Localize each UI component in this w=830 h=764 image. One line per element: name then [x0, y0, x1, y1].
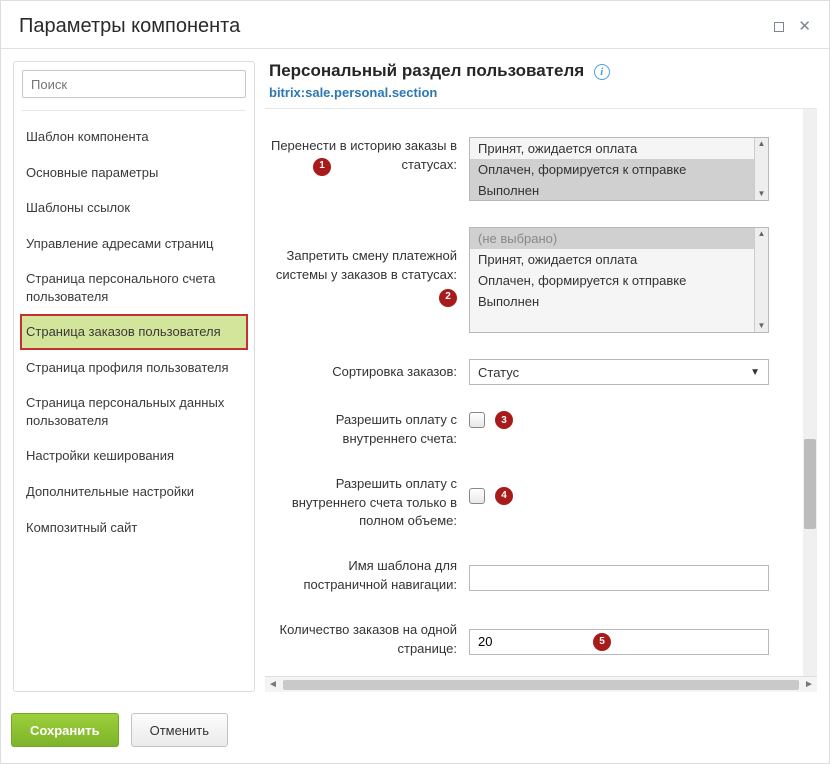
- divider: [22, 110, 246, 111]
- sidebar-list: Шаблон компонента Основные параметры Шаб…: [20, 119, 248, 545]
- scroll-down-icon[interactable]: ▼: [758, 322, 766, 330]
- history-status-multiselect[interactable]: Принят, ожидается оплата Оплачен, формир…: [469, 137, 769, 201]
- annotation-marker-5: 5: [593, 633, 611, 651]
- scroll-down-icon[interactable]: ▼: [758, 190, 766, 198]
- param-control: 4: [469, 475, 795, 505]
- label-text: Разрешить оплату с внутреннего счета:: [336, 412, 457, 446]
- ms-option[interactable]: Выполнен: [470, 291, 768, 312]
- info-icon[interactable]: i: [594, 64, 610, 80]
- param-row-allow-inner-full: Разрешить оплату с внутреннего счета тол…: [269, 475, 795, 532]
- label-text: Запретить смену платежной системы у зака…: [276, 248, 457, 282]
- param-row-sort-orders: Сортировка заказов: Статус ▼: [269, 359, 795, 385]
- label-text: Перенести в историю заказы в статусах:: [271, 138, 457, 172]
- vertical-scrollbar[interactable]: [803, 109, 817, 676]
- param-label: Сортировка заказов:: [269, 359, 469, 382]
- annotation-marker-4: 4: [495, 487, 513, 505]
- ms-option[interactable]: Принят, ожидается оплата: [470, 249, 768, 270]
- param-label: Запретить смену платежной системы у зака…: [269, 227, 469, 285]
- save-button[interactable]: Сохранить: [11, 713, 119, 747]
- sidebar-item-profile-page[interactable]: Страница профиля пользователя: [20, 350, 248, 386]
- sidebar-item-personal-data[interactable]: Страница персональных данных пользовател…: [20, 385, 248, 438]
- dialog-footer: Сохранить Отменить: [1, 700, 829, 763]
- ms-option[interactable]: Выполнен: [470, 180, 768, 201]
- annotation-marker-1: 1: [313, 158, 331, 176]
- param-row-per-page: Количество заказов на одной странице: 5: [269, 621, 795, 659]
- param-control: 5: [469, 621, 795, 655]
- ms-option[interactable]: Оплачен, формируется к отправке: [470, 270, 768, 291]
- label-text: Сортировка заказов:: [332, 364, 457, 379]
- param-label: Перенести в историю заказы в статусах: 1: [269, 137, 469, 175]
- sidebar-item-cache[interactable]: Настройки кеширования: [20, 438, 248, 474]
- horizontal-scrollbar-thumb[interactable]: [283, 680, 799, 690]
- vertical-scrollbar-thumb[interactable]: [804, 439, 816, 529]
- param-label: Разрешить оплату с внутреннего счета тол…: [269, 475, 469, 532]
- scrollbar[interactable]: ▲ ▼: [754, 138, 768, 200]
- maximize-icon[interactable]: [774, 22, 784, 32]
- ms-option[interactable]: Оплачен, формируется к отправке: [470, 159, 768, 180]
- component-params-dialog: Параметры компонента ✕ Шаблон компонента…: [0, 0, 830, 764]
- param-control: 3: [469, 411, 795, 429]
- cancel-button[interactable]: Отменить: [131, 713, 228, 747]
- allow-inner-pay-checkbox[interactable]: [469, 412, 485, 428]
- horizontal-scrollbar[interactable]: ◄ ►: [265, 676, 817, 692]
- allow-inner-full-checkbox[interactable]: [469, 488, 485, 504]
- sidebar-item-orders-page[interactable]: Страница заказов пользователя: [20, 314, 248, 350]
- param-control: (не выбрано) Принят, ожидается оплата Оп…: [469, 227, 795, 333]
- search-input[interactable]: [22, 70, 246, 98]
- sidebar: Шаблон компонента Основные параметры Шаб…: [13, 61, 255, 692]
- dialog-titlebar: Параметры компонента ✕: [1, 1, 829, 48]
- param-row-nav-template: Имя шаблона для постраничной навигации:: [269, 557, 795, 595]
- component-code: bitrix:sale.personal.section: [269, 85, 813, 100]
- sidebar-item-main-params[interactable]: Основные параметры: [20, 155, 248, 191]
- main-header: Персональный раздел пользователя i bitri…: [265, 61, 817, 108]
- param-control: Статус ▼: [469, 359, 795, 385]
- sidebar-item-sef[interactable]: Управление адресами страниц: [20, 226, 248, 262]
- scroll-right-icon[interactable]: ►: [801, 679, 817, 690]
- sidebar-item-additional[interactable]: Дополнительные настройки: [20, 474, 248, 510]
- sidebar-item-composite[interactable]: Композитный сайт: [20, 510, 248, 546]
- search-wrap: [20, 70, 248, 102]
- ms-option[interactable]: (не выбрано): [470, 228, 768, 249]
- main-body: Перенести в историю заказы в статусах: 1…: [265, 108, 817, 676]
- annotation-marker-2: 2: [439, 289, 457, 307]
- param-control: Принят, ожидается оплата Оплачен, формир…: [469, 137, 795, 201]
- label-text: Количество заказов на одной странице:: [280, 622, 457, 656]
- param-row-restrict-paysys: Запретить смену платежной системы у зака…: [269, 227, 795, 333]
- sidebar-item-account-page[interactable]: Страница персонального счета пользовател…: [20, 261, 248, 314]
- page-title: Персональный раздел пользователя: [269, 61, 584, 81]
- scrollbar[interactable]: ▲ ▼: [754, 228, 768, 332]
- param-label: Имя шаблона для постраничной навигации:: [269, 557, 469, 595]
- select-value: Статус: [478, 365, 519, 380]
- close-icon[interactable]: ✕: [798, 19, 811, 34]
- label-text: Разрешить оплату с внутреннего счета тол…: [292, 476, 457, 529]
- sidebar-item-link-templates[interactable]: Шаблоны ссылок: [20, 190, 248, 226]
- per-page-input[interactable]: [469, 629, 769, 655]
- params-scroll-area[interactable]: Перенести в историю заказы в статусах: 1…: [265, 109, 817, 676]
- per-page-wrap: 5: [469, 629, 769, 655]
- chevron-down-icon: ▼: [750, 367, 760, 378]
- param-label: Количество заказов на одной странице:: [269, 621, 469, 659]
- annotation-marker-3: 3: [495, 411, 513, 429]
- param-control: [469, 557, 795, 591]
- dialog-body: Шаблон компонента Основные параметры Шаб…: [1, 49, 829, 700]
- scroll-up-icon[interactable]: ▲: [758, 230, 766, 238]
- main-panel: Персональный раздел пользователя i bitri…: [265, 61, 817, 692]
- sort-orders-select[interactable]: Статус ▼: [469, 359, 769, 385]
- restrict-paysys-multiselect[interactable]: (не выбрано) Принят, ожидается оплата Оп…: [469, 227, 769, 333]
- param-row-allow-inner-pay: Разрешить оплату с внутреннего счета: 3: [269, 411, 795, 449]
- ms-option[interactable]: Принят, ожидается оплата: [470, 138, 768, 159]
- param-row-history-status: Перенести в историю заказы в статусах: 1…: [269, 137, 795, 201]
- label-text: Имя шаблона для постраничной навигации:: [303, 558, 457, 592]
- dialog-window-controls: ✕: [774, 19, 811, 34]
- nav-template-input[interactable]: [469, 565, 769, 591]
- sidebar-item-template[interactable]: Шаблон компонента: [20, 119, 248, 155]
- param-label: Разрешить оплату с внутреннего счета:: [269, 411, 469, 449]
- dialog-title: Параметры компонента: [19, 15, 240, 38]
- scroll-up-icon[interactable]: ▲: [758, 140, 766, 148]
- scroll-left-icon[interactable]: ◄: [265, 679, 281, 690]
